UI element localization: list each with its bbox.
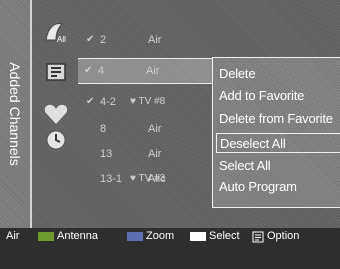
channel-favorite: ♥ TV #8 <box>130 96 166 107</box>
check-mark-icon: ✔ <box>86 34 95 45</box>
check-mark-icon: ✔ <box>86 96 95 107</box>
menu-item-delete[interactable]: Delete <box>219 64 256 84</box>
page-title: Added Channels <box>7 62 23 166</box>
legend-label: Antenna <box>57 230 98 242</box>
side-title-bar: Added Channels <box>0 0 32 228</box>
menu-item-select-all[interactable]: Select All <box>219 156 271 176</box>
menu-item-delete-from-favorite[interactable]: Delete from Favorite <box>219 109 333 129</box>
menu-item-deselect-all[interactable]: Deselect All <box>216 133 340 153</box>
channel-name: Alic <box>148 173 166 185</box>
button-legend: Air Antenna Zoom Select Option <box>0 230 340 246</box>
tv-menu-screen: Added Channels All ✔ 2 Air ✔ 4 Air ✔ 4-2… <box>0 0 340 269</box>
channel-row[interactable]: ✔ 2 Air <box>80 28 340 52</box>
added-icon[interactable] <box>42 58 70 86</box>
channel-number: 4 <box>98 65 105 77</box>
bottom-bar: Air Antenna Zoom Select Option <box>0 228 340 269</box>
channel-name: Air <box>148 34 162 46</box>
option-context-menu: Delete Add to Favorite Delete from Favor… <box>212 57 340 208</box>
favorite-icon[interactable] <box>42 100 70 128</box>
channel-name: Air <box>146 65 160 77</box>
source-mode: Air <box>6 230 20 242</box>
check-mark-icon: ✔ <box>84 65 93 76</box>
legend-label: Select <box>209 230 240 242</box>
channel-name: Air <box>148 148 162 160</box>
legend-label: Option <box>267 230 300 242</box>
category-icon-column: All <box>32 0 80 228</box>
enter-key-icon <box>190 232 206 241</box>
channel-name: Air <box>148 123 162 135</box>
all-icon[interactable]: All <box>42 18 70 46</box>
channel-number: 4-2 <box>100 96 116 108</box>
channel-number: 13 <box>100 148 113 160</box>
tools-icon <box>252 231 264 246</box>
menu-item-add-to-favorite[interactable]: Add to Favorite <box>219 86 304 106</box>
channel-number: 2 <box>100 34 107 46</box>
channel-number: 8 <box>100 123 107 135</box>
programmed-icon[interactable] <box>42 126 70 154</box>
green-key-icon <box>38 232 54 241</box>
blue-key-icon <box>127 232 143 241</box>
legend-label: Zoom <box>146 230 175 242</box>
menu-item-auto-program[interactable]: Auto Program <box>219 177 297 197</box>
svg-text:All: All <box>57 35 66 44</box>
channel-number: 13-1 <box>100 173 123 185</box>
